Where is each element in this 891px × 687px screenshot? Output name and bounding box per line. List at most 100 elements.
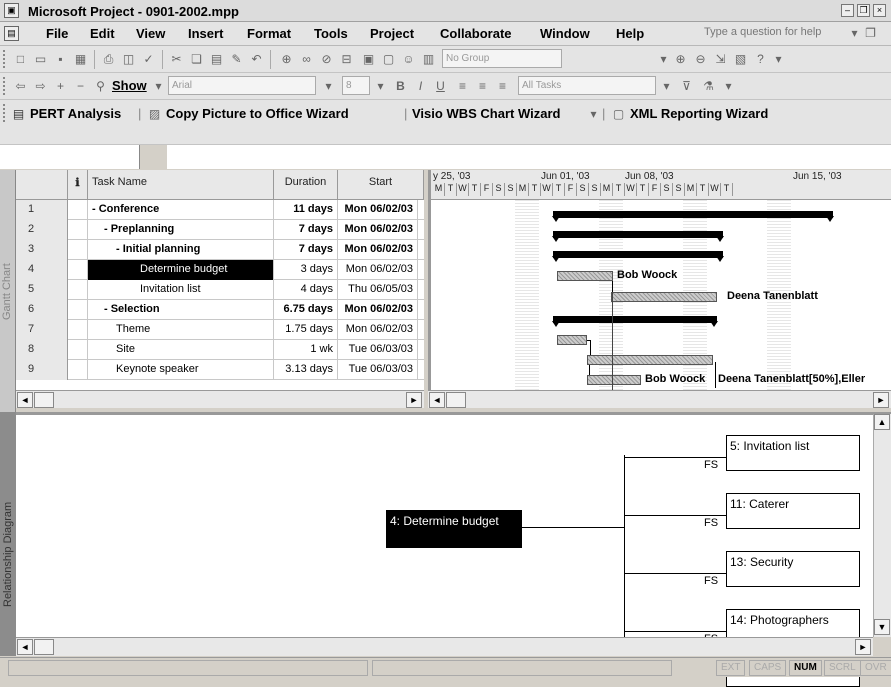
successor-task-node[interactable]: 5: Invitation list xyxy=(726,435,860,471)
duration-cell[interactable]: 11 days xyxy=(274,200,338,220)
diagram-vertical-scrollbar[interactable]: ▲ ▼ xyxy=(873,414,891,637)
unlink-tasks-icon[interactable]: ⊘ xyxy=(318,51,335,68)
task-notes-icon[interactable]: ▢ xyxy=(380,51,397,68)
hyperlink-icon[interactable]: ⊕ xyxy=(278,51,295,68)
zoom-in-icon[interactable]: ⊕ xyxy=(672,51,689,68)
start-cell[interactable]: Mon 06/02/03 xyxy=(338,220,418,240)
start-cell[interactable]: Tue 06/03/03 xyxy=(338,360,418,380)
indicator-cell[interactable] xyxy=(68,200,88,220)
table-horizontal-scrollbar[interactable]: ◄ ► xyxy=(16,390,424,408)
summary-bar-conference[interactable] xyxy=(552,211,834,222)
show-arrow-icon[interactable]: ▾ xyxy=(150,78,167,95)
table-row[interactable]: 4 Determine budget 3 days Mon 06/02/03 xyxy=(16,260,424,280)
task-name-cell[interactable]: - Selection xyxy=(88,300,274,320)
menu-window[interactable]: Window xyxy=(540,26,590,41)
scroll-right-icon[interactable]: ► xyxy=(873,392,889,408)
gantt-view-bar[interactable]: Gantt Chart xyxy=(0,170,16,412)
duration-cell[interactable]: 4 days xyxy=(274,280,338,300)
successor-task-node[interactable]: 13: Security xyxy=(726,551,860,587)
print-icon[interactable]: ⎙ xyxy=(100,51,117,68)
xml-reporting-wizard-button[interactable]: XML Reporting Wizard xyxy=(630,106,768,121)
duration-header[interactable]: Duration xyxy=(274,170,338,200)
ask-question-input[interactable]: Type a question for help xyxy=(704,26,821,38)
duration-cell[interactable]: 3 days xyxy=(274,260,338,280)
start-cell[interactable]: Mon 06/02/03 xyxy=(338,240,418,260)
align-left-icon[interactable]: ≡ xyxy=(454,78,471,95)
table-row[interactable]: 6 - Selection 6.75 days Mon 06/02/03 xyxy=(16,300,424,320)
row-number[interactable]: 9 xyxy=(16,360,68,380)
hide-subtasks-icon[interactable]: − xyxy=(72,78,89,95)
scroll-left-icon[interactable]: ◄ xyxy=(17,639,33,655)
task-name-cell[interactable]: - Conference xyxy=(88,200,274,220)
font-size-dropdown[interactable]: 8 xyxy=(342,76,370,95)
split-task-icon[interactable]: ⊟ xyxy=(338,51,355,68)
row-number[interactable]: 6 xyxy=(16,300,68,320)
task-bar-theme[interactable] xyxy=(557,335,587,345)
copy-picture-icon[interactable]: ▧ xyxy=(732,51,749,68)
table-row[interactable]: 9 Keynote speaker 3.13 days Tue 06/03/03 xyxy=(16,360,424,380)
relationship-diagram[interactable]: 4: Determine budget FS 5: Invitation list… xyxy=(16,412,891,687)
successor-task-node[interactable]: 11: Caterer xyxy=(726,493,860,529)
menu-edit[interactable]: Edit xyxy=(90,26,115,41)
scroll-right-icon[interactable]: ► xyxy=(406,392,422,408)
menu-format[interactable]: Format xyxy=(247,26,291,41)
indicator-cell[interactable] xyxy=(68,300,88,320)
table-row[interactable]: 1 - Conference 11 days Mon 06/02/03 xyxy=(16,200,424,220)
indicator-cell[interactable] xyxy=(68,280,88,300)
info-column-header[interactable]: ℹ xyxy=(68,170,88,200)
entry-field-left[interactable] xyxy=(0,145,140,169)
duration-cell[interactable]: 1.75 days xyxy=(274,320,338,340)
task-info-icon[interactable]: ▣ xyxy=(360,51,377,68)
spelling-icon[interactable]: ✓ xyxy=(140,51,157,68)
menu-help[interactable]: Help xyxy=(616,26,644,41)
scroll-thumb[interactable] xyxy=(34,639,54,655)
menu-project[interactable]: Project xyxy=(370,26,414,41)
task-name-header[interactable]: Task Name xyxy=(88,170,274,200)
table-row[interactable]: 8 Site 1 wk Tue 06/03/03 xyxy=(16,340,424,360)
task-bar-determine-budget[interactable] xyxy=(557,271,613,281)
filter-dropdown[interactable]: All Tasks xyxy=(518,76,656,95)
table-row[interactable]: 5 Invitation list 4 days Thu 06/05/03 xyxy=(16,280,424,300)
document-icon[interactable]: ▤ xyxy=(4,26,19,41)
table-row[interactable]: 7 Theme 1.75 days Mon 06/02/03 xyxy=(16,320,424,340)
row-number[interactable]: 8 xyxy=(16,340,68,360)
visio-arrow-icon[interactable]: ▾ xyxy=(585,106,602,123)
visio-wbs-wizard-button[interactable]: Visio WBS Chart Wizard xyxy=(412,106,560,121)
duration-cell[interactable]: 6.75 days xyxy=(274,300,338,320)
duration-cell[interactable]: 7 days xyxy=(274,220,338,240)
scroll-left-icon[interactable]: ◄ xyxy=(429,392,445,408)
gantt-wizard-icon[interactable]: ⚗ xyxy=(700,78,717,95)
start-cell[interactable]: Mon 06/02/03 xyxy=(338,300,418,320)
open-icon[interactable]: ▭ xyxy=(32,51,49,68)
scroll-up-icon[interactable]: ▲ xyxy=(874,414,890,430)
indicator-cell[interactable] xyxy=(68,320,88,340)
gantt-chart[interactable]: y 25, '03 Jun 01, '03 Jun 08, '03 Jun 15… xyxy=(428,170,891,390)
start-cell[interactable]: Thu 06/05/03 xyxy=(338,280,418,300)
toolbar-options-icon[interactable]: ▾ xyxy=(770,51,787,68)
save-icon[interactable]: ▪ xyxy=(52,51,69,68)
center-task-node[interactable]: 4: Determine budget xyxy=(386,510,522,548)
row-number[interactable]: 7 xyxy=(16,320,68,340)
row-number[interactable]: 5 xyxy=(16,280,68,300)
indicator-cell[interactable] xyxy=(68,360,88,380)
scroll-thumb[interactable] xyxy=(34,392,54,408)
table-row[interactable]: 2 - Preplanning 7 days Mon 06/02/03 xyxy=(16,220,424,240)
italic-icon[interactable]: I xyxy=(412,78,429,95)
indicator-cell[interactable] xyxy=(68,340,88,360)
copy-icon[interactable]: ❏ xyxy=(188,51,205,68)
menu-collaborate[interactable]: Collaborate xyxy=(440,26,512,41)
permission-icon[interactable]: ▦ xyxy=(72,51,89,68)
assign-resources-icon[interactable]: ☺ xyxy=(400,51,417,68)
scroll-right-icon[interactable]: ► xyxy=(855,639,871,655)
start-header[interactable]: Start xyxy=(338,170,424,200)
size-arrow-icon[interactable]: ▾ xyxy=(372,78,389,95)
scroll-down-icon[interactable]: ▼ xyxy=(874,619,890,635)
align-center-icon[interactable]: ≡ xyxy=(474,78,491,95)
duration-cell[interactable]: 7 days xyxy=(274,240,338,260)
toolbar-options-icon-2[interactable]: ▾ xyxy=(720,78,737,95)
scroll-left-icon[interactable]: ◄ xyxy=(17,392,33,408)
menu-insert[interactable]: Insert xyxy=(188,26,223,41)
scroll-thumb[interactable] xyxy=(446,392,466,408)
link-tasks-icon[interactable]: ∞ xyxy=(298,51,315,68)
group-dropdown[interactable]: No Group xyxy=(442,49,562,68)
